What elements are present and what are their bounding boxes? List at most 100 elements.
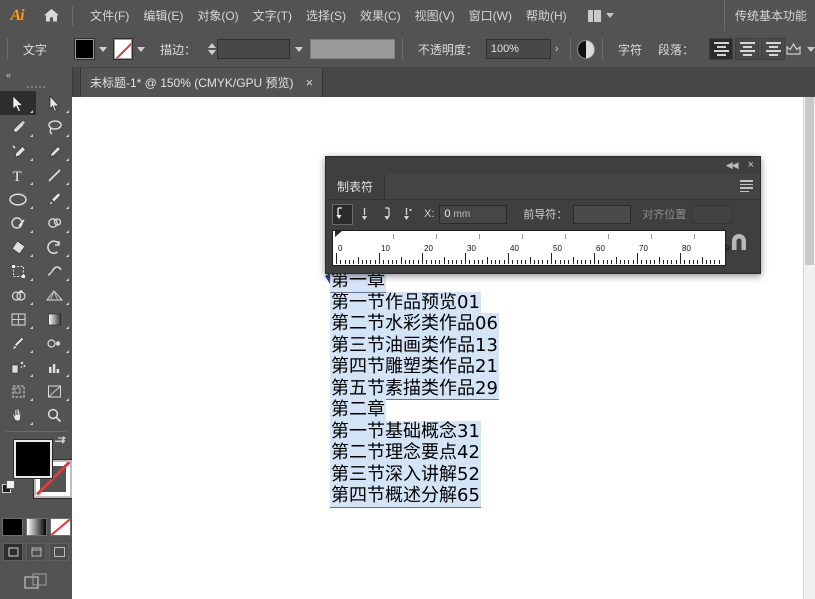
leader-field[interactable]: [573, 204, 632, 224]
menu-select[interactable]: 选择(S): [299, 3, 353, 28]
stroke-color-swatch[interactable]: [113, 39, 133, 59]
text-line[interactable]: 第二节水彩类作品06: [330, 313, 499, 336]
eyedropper-tool[interactable]: [0, 331, 36, 355]
menu-effect[interactable]: 效果(C): [353, 3, 408, 28]
character-label[interactable]: 字符: [610, 41, 650, 58]
right-tab-stop-button[interactable]: [376, 205, 395, 224]
default-fill-stroke-icon[interactable]: [2, 480, 16, 497]
normal-screen-mode-button[interactable]: [3, 543, 23, 561]
text-line[interactable]: 第三节深入讲解52: [330, 463, 481, 486]
tab-ruler[interactable]: 0 10 20 30 40 50 60 70 80 9: [332, 230, 729, 266]
home-icon[interactable]: [34, 0, 68, 31]
control-overflow-chevron-icon[interactable]: [807, 46, 815, 52]
fill-swatch-large[interactable]: [14, 440, 52, 478]
opacity-more-icon[interactable]: ›: [551, 43, 563, 55]
center-tab-stop-button[interactable]: [355, 205, 374, 224]
full-screen-mode-button[interactable]: [49, 543, 69, 561]
shape-builder-tool[interactable]: [0, 283, 36, 307]
menu-help[interactable]: 帮助(H): [519, 3, 574, 28]
toolbar-drag-grip[interactable]: [0, 83, 72, 91]
hand-tool[interactable]: [0, 403, 36, 427]
text-artwork[interactable]: 第一章 第一节作品预览01 第二节水彩类作品06 第三节油画类作品13 第四节雕…: [325, 270, 499, 508]
scrollbar-thumb[interactable]: [805, 97, 814, 265]
artboard-tool[interactable]: [0, 379, 36, 403]
opacity-field[interactable]: 100%: [485, 39, 551, 59]
pen-tool[interactable]: [0, 139, 36, 163]
menu-window[interactable]: 窗口(W): [462, 3, 519, 28]
align-right-button[interactable]: [761, 38, 786, 60]
stroke-weight-stepper[interactable]: [207, 40, 217, 58]
canvas-vertical-scrollbar[interactable]: [803, 97, 815, 599]
slice-tool[interactable]: [36, 379, 72, 403]
first-line-indent-marker[interactable]: [335, 231, 342, 237]
direct-selection-tool[interactable]: [36, 91, 72, 115]
line-segment-tool[interactable]: [36, 163, 72, 187]
text-line[interactable]: 第一节作品预览01: [330, 291, 481, 314]
align-on-field[interactable]: [692, 204, 733, 224]
menu-object[interactable]: 对象(O): [190, 3, 245, 28]
column-graph-tool[interactable]: [36, 355, 72, 379]
more-options-icon[interactable]: [785, 41, 802, 57]
menu-file[interactable]: 文件(F): [83, 3, 136, 28]
curvature-tool[interactable]: [36, 139, 72, 163]
ruler-scale[interactable]: 0 10 20 30 40 50 60 70 80 9: [333, 243, 729, 264]
arrange-documents-button[interactable]: [582, 7, 620, 25]
draw-mode-button[interactable]: [0, 573, 72, 590]
gradient-mode-button[interactable]: [25, 518, 47, 536]
close-icon[interactable]: ×: [306, 76, 314, 89]
menu-type[interactable]: 文字(T): [246, 3, 299, 28]
workspace-switcher[interactable]: 传统基本功能: [723, 0, 807, 31]
text-line[interactable]: 第三节油画类作品13: [330, 334, 499, 357]
decimal-tab-stop-button[interactable]: [397, 205, 416, 224]
selection-tool[interactable]: [0, 91, 36, 115]
fill-chevron-down-icon[interactable]: [98, 46, 107, 52]
scale-tool[interactable]: [36, 235, 72, 259]
width-tool[interactable]: [36, 259, 72, 283]
magnet-snap-icon[interactable]: [728, 232, 750, 256]
none-mode-button[interactable]: [49, 518, 71, 536]
lasso-tool[interactable]: [36, 115, 72, 139]
rotate-tool[interactable]: [0, 235, 36, 259]
blend-tool[interactable]: [36, 331, 72, 355]
shaper-tool[interactable]: [0, 211, 36, 235]
stroke-weight-chevron-down-icon[interactable]: [294, 46, 303, 52]
eraser-tool[interactable]: [36, 211, 72, 235]
text-line[interactable]: 第四节概述分解65: [330, 485, 481, 508]
close-icon[interactable]: ×: [748, 160, 754, 171]
align-center-button[interactable]: [735, 38, 760, 60]
menu-edit[interactable]: 编辑(E): [136, 3, 190, 28]
perspective-grid-tool[interactable]: [36, 283, 72, 307]
text-line[interactable]: 第四节雕塑类作品21: [330, 356, 499, 379]
paintbrush-tool[interactable]: [36, 187, 72, 211]
panel-menu-icon[interactable]: [740, 180, 753, 192]
document-tab[interactable]: 未标题-1* @ 150% (CMYK/GPU 预览) ×: [80, 68, 324, 97]
stroke-profile-field[interactable]: [309, 39, 395, 59]
menu-view[interactable]: 视图(V): [408, 3, 462, 28]
stroke-chevron-down-icon[interactable]: [137, 46, 146, 52]
color-mode-button[interactable]: [1, 518, 23, 536]
type-tool[interactable]: T: [0, 163, 36, 187]
zoom-tool[interactable]: [36, 403, 72, 427]
text-line[interactable]: 第一节基础概念31: [330, 420, 481, 443]
text-line[interactable]: 第五节素描类作品29: [330, 377, 499, 400]
align-left-button[interactable]: [709, 38, 734, 60]
paragraph-label[interactable]: 段落：: [650, 41, 702, 58]
left-tab-stop-button[interactable]: [332, 203, 353, 225]
full-screen-menu-mode-button[interactable]: [26, 543, 46, 561]
free-transform-tool[interactable]: [0, 259, 36, 283]
toolbar-collapse-button[interactable]: «: [0, 67, 72, 83]
collapse-panel-icon[interactable]: ◀◀: [726, 160, 739, 171]
panel-title-bar[interactable]: ◀◀ ×: [326, 157, 760, 174]
swap-fill-stroke-icon[interactable]: [54, 436, 68, 452]
ellipse-tool[interactable]: [0, 187, 36, 211]
gradient-tool[interactable]: [36, 307, 72, 331]
text-line[interactable]: 第二章: [330, 399, 386, 422]
recolor-artwork-icon[interactable]: [577, 39, 596, 59]
tab-tabs-panel[interactable]: 制表符: [326, 174, 386, 199]
x-position-field[interactable]: 0 mm: [439, 204, 508, 224]
text-line[interactable]: 第二节理念要点42: [330, 442, 481, 465]
mesh-tool[interactable]: [0, 307, 36, 331]
fill-color-swatch[interactable]: [75, 39, 94, 59]
magic-wand-tool[interactable]: [0, 115, 36, 139]
symbol-sprayer-tool[interactable]: [0, 355, 36, 379]
